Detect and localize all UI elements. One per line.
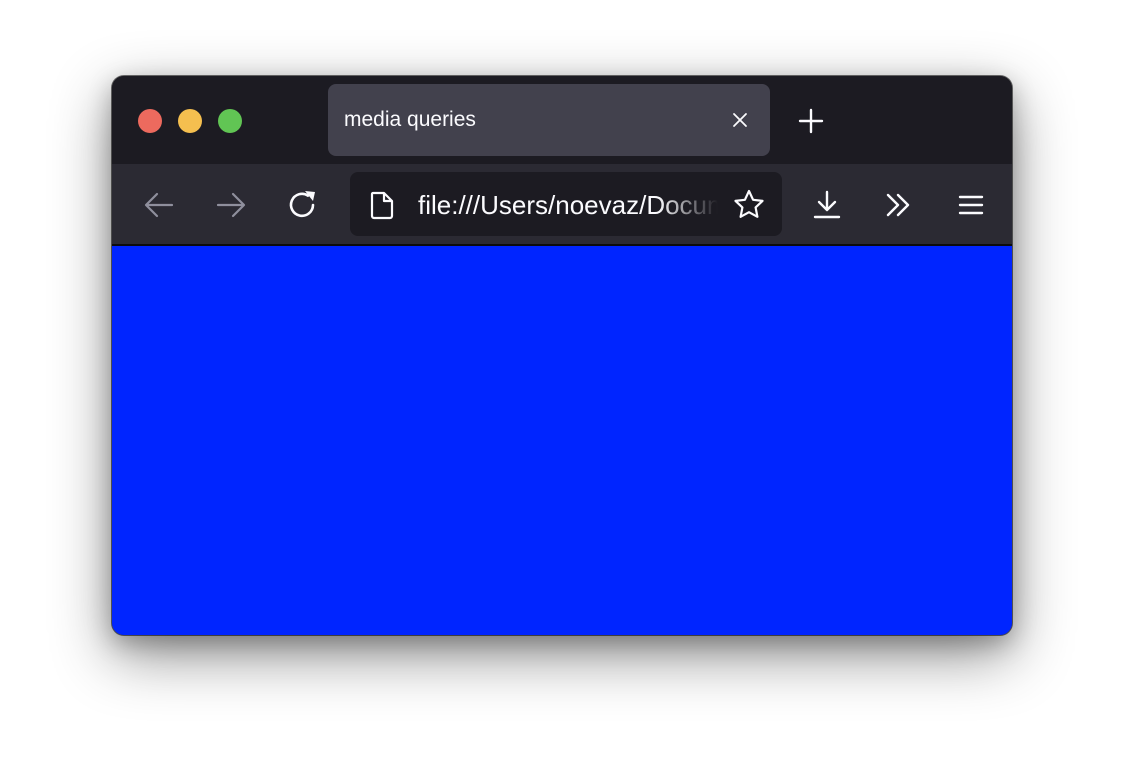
reload-icon[interactable] xyxy=(286,188,320,222)
minimize-window-button[interactable] xyxy=(178,109,202,133)
navigation-toolbar: file:///Users/noevaz/Documents xyxy=(112,164,1012,246)
hamburger-menu-icon[interactable] xyxy=(954,188,988,222)
star-icon[interactable] xyxy=(732,188,766,222)
document-icon xyxy=(368,190,396,220)
title-bar: media queries xyxy=(112,76,1012,164)
url-text[interactable]: file:///Users/noevaz/Documents xyxy=(418,190,718,220)
download-icon[interactable] xyxy=(810,188,844,222)
maximize-window-button[interactable] xyxy=(218,109,242,133)
browser-window: media queries file:///Users/noevaz/Docum xyxy=(112,76,1012,635)
close-icon[interactable] xyxy=(728,108,752,132)
double-chevron-icon[interactable] xyxy=(882,188,916,222)
page-content xyxy=(112,246,1012,635)
arrow-right-icon[interactable] xyxy=(214,188,248,222)
tab-media-queries[interactable]: media queries xyxy=(328,84,770,156)
plus-icon[interactable] xyxy=(796,106,826,136)
arrow-left-icon[interactable] xyxy=(142,188,176,222)
url-bar[interactable]: file:///Users/noevaz/Documents xyxy=(350,172,782,236)
close-window-button[interactable] xyxy=(138,109,162,133)
tab-title: media queries xyxy=(344,108,476,131)
